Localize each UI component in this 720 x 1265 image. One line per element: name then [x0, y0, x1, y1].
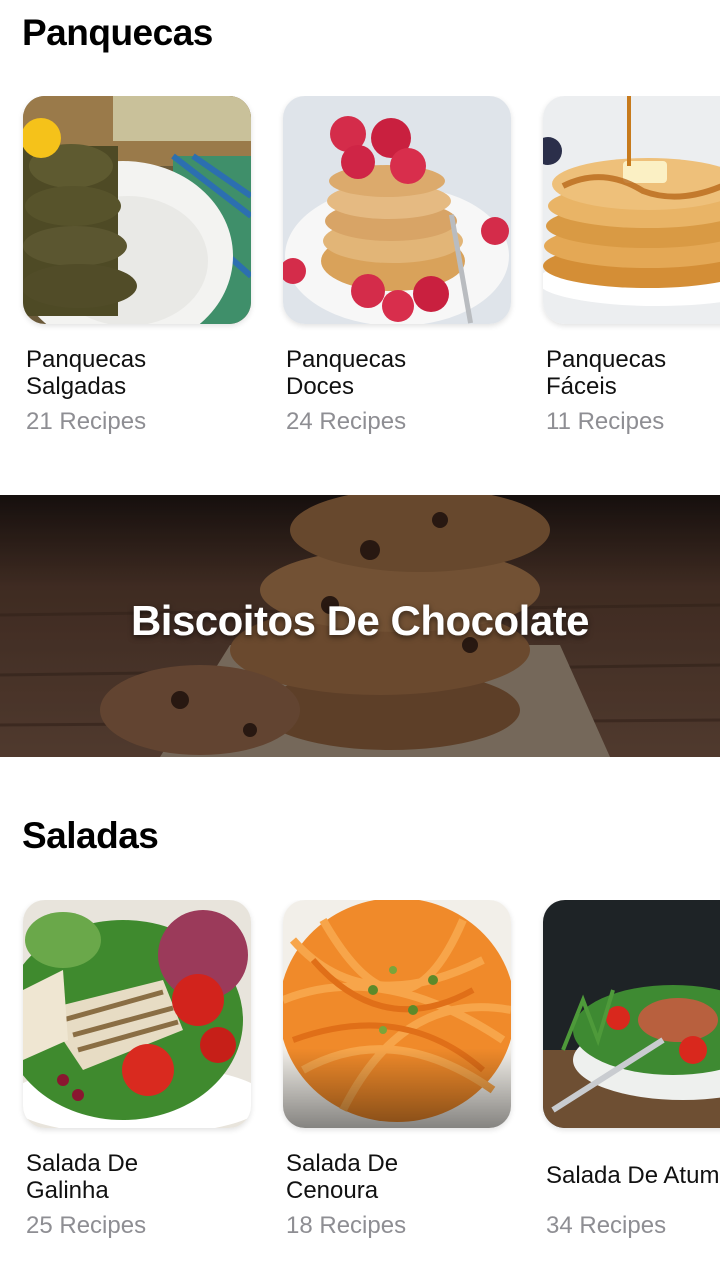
category-image[interactable] — [543, 900, 720, 1128]
category-image[interactable] — [283, 96, 511, 324]
category-row-panquecas[interactable]: Panquecas Salgadas 21 Recipes Panquecas … — [0, 96, 720, 456]
category-image[interactable] — [23, 900, 251, 1128]
savory-pancakes-photo — [23, 96, 251, 324]
category-card-panquecas-doces[interactable]: Panquecas Doces 24 Recipes — [283, 96, 511, 435]
category-title: Panquecas Fáceis — [546, 346, 667, 400]
category-card-panquecas-salgadas[interactable]: Panquecas Salgadas 21 Recipes — [23, 96, 251, 435]
category-image[interactable] — [543, 96, 720, 324]
category-card-salada-de-atum[interactable]: Salada De Atum 34 Recipes — [543, 900, 720, 1239]
category-title: Salada De Atum — [546, 1162, 720, 1189]
category-image[interactable] — [283, 900, 511, 1128]
category-card-panquecas-faceis[interactable]: Panquecas Fáceis 11 Recipes — [543, 96, 720, 435]
category-title: Salada De Galinha — [26, 1150, 139, 1204]
chicken-salad-photo — [23, 900, 251, 1128]
section-title-panquecas: Panquecas — [22, 12, 213, 53]
category-card-salada-de-galinha[interactable]: Salada De Galinha 25 Recipes — [23, 900, 251, 1239]
featured-banner-biscoitos[interactable]: Biscoitos De Chocolate — [0, 495, 720, 757]
category-card-salada-de-cenoura[interactable]: Salada De Cenoura 18 Recipes — [283, 900, 511, 1239]
banner-title: Biscoitos De Chocolate — [130, 597, 590, 644]
tuna-salad-photo — [543, 900, 720, 1128]
recipe-count: 24 Recipes — [286, 408, 407, 435]
carrot-salad-photo — [283, 900, 511, 1128]
recipe-count: 11 Recipes — [546, 408, 665, 435]
easy-pancakes-photo — [543, 96, 720, 324]
category-title: Panquecas Salgadas — [26, 346, 147, 400]
category-row-saladas[interactable]: Salada De Galinha 25 Recipes Salada De C… — [0, 900, 720, 1260]
recipe-count: 25 Recipes — [26, 1212, 147, 1239]
section-title-saladas: Saladas — [22, 815, 159, 856]
category-title: Salada De Cenoura — [286, 1150, 399, 1204]
recipe-count: 21 Recipes — [26, 408, 147, 435]
recipe-count: 18 Recipes — [286, 1212, 407, 1239]
category-title: Panquecas Doces — [286, 346, 407, 400]
category-image[interactable] — [23, 96, 251, 324]
recipe-count: 34 Recipes — [546, 1212, 667, 1239]
sweet-pancakes-photo — [283, 96, 511, 324]
